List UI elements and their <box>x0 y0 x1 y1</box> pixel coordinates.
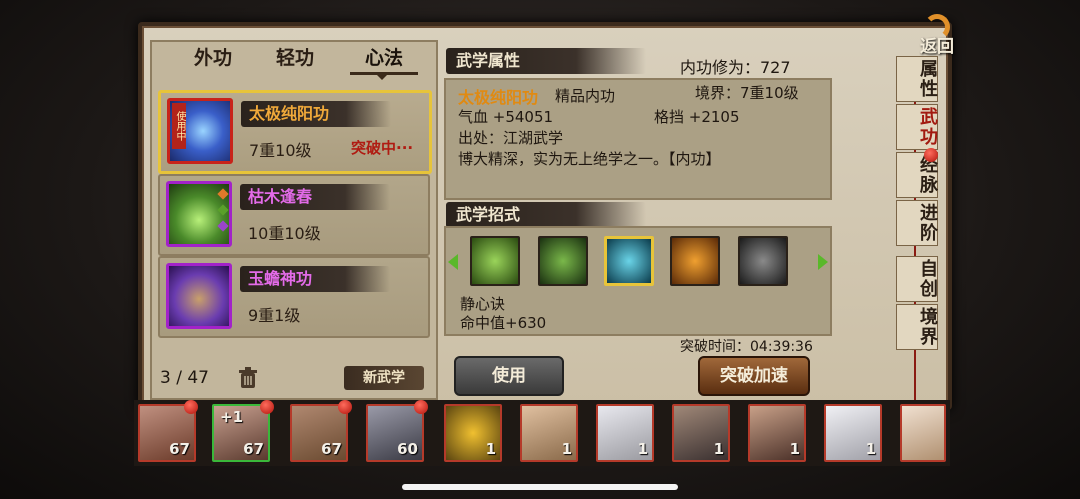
skill-name: 太极纯阳功 <box>458 88 539 107</box>
notification-dot <box>924 148 938 162</box>
hero-count: 60 <box>397 440 418 458</box>
hero-count: 67 <box>321 440 342 458</box>
gem-icon <box>217 220 229 232</box>
realm-level: 境界：7重10级 <box>695 84 799 102</box>
breakthrough-timer: 突破时间：04:39:36 <box>680 339 813 355</box>
hero-portrait[interactable]: 1 <box>596 404 654 462</box>
tab-caret <box>375 73 389 80</box>
hero-portrait[interactable]: 67 <box>290 404 348 462</box>
meditating-figure-icon[interactable] <box>738 236 788 286</box>
hero-portrait[interactable]: 60 <box>366 404 424 462</box>
skill-card-kumu[interactable]: 枯木逢春 10重10级 <box>158 174 430 256</box>
hero-portrait[interactable]: 1 <box>824 404 882 462</box>
tab-external[interactable]: 外功 <box>180 44 246 72</box>
skill-level: 7重10级 <box>249 141 312 160</box>
gem-icon <box>217 188 229 200</box>
nav-advance[interactable]: 进阶 <box>896 200 938 246</box>
skill-type: 精品内功 <box>555 87 616 105</box>
hero-count: 1 <box>713 440 724 458</box>
attributes-title: 武学属性 <box>456 51 521 70</box>
chevron-left-icon[interactable] <box>448 254 458 270</box>
hero-portrait[interactable]: 1 <box>672 404 730 462</box>
hero-count: 1 <box>561 440 572 458</box>
hero-count: 1 <box>637 440 648 458</box>
skill-level: 9重1级 <box>248 306 301 325</box>
nav-martial-arts[interactable]: 武功 <box>896 104 938 150</box>
use-button[interactable]: 使用 <box>454 356 564 396</box>
new-skill-button[interactable]: 新武学 <box>344 366 424 390</box>
block-bonus: 格挡 +2105 <box>654 108 740 126</box>
hp-bonus: 气血 +54051 <box>458 108 554 126</box>
hero-portrait[interactable]: 1 <box>444 404 502 462</box>
hero-portrait[interactable] <box>900 404 946 462</box>
trash-icon[interactable] <box>236 366 260 390</box>
notification-dot <box>414 400 428 414</box>
water-dragon-icon[interactable] <box>604 236 654 286</box>
hero-upgrade: +1 <box>220 408 244 426</box>
yin-yang-swirl-icon: 使用中 <box>167 98 233 164</box>
skill-card-taiji[interactable]: 使用中 太极纯阳功 7重10级 突破中··· <box>158 90 432 174</box>
notification-dot <box>184 400 198 414</box>
nav-self-create[interactable]: 自创 <box>896 256 938 302</box>
home-indicator[interactable] <box>402 484 678 490</box>
move-effect: 命中值+630 <box>460 314 547 332</box>
notification-dot <box>260 400 274 414</box>
in-use-badge: 使用中 <box>172 103 186 149</box>
hero-portrait[interactable]: +1 67 <box>212 404 270 462</box>
back-button[interactable]: 返回 <box>920 14 970 57</box>
hero-portrait[interactable]: 1 <box>520 404 578 462</box>
hero-count: 1 <box>789 440 800 458</box>
flaming-warrior-icon[interactable] <box>670 236 720 286</box>
notification-dot <box>338 400 352 414</box>
moves-title: 武学招式 <box>456 205 521 224</box>
green-leaves-icon <box>166 181 232 247</box>
skill-count: 3 / 47 <box>160 368 209 388</box>
sprout-icon[interactable] <box>470 236 520 286</box>
chevron-right-icon[interactable] <box>818 254 828 270</box>
toad-icon <box>166 263 232 329</box>
cultivation-value: 内功修为：727 <box>680 58 791 77</box>
skill-description: 博大精深，实为无上绝学之一。【内功】 <box>458 150 721 168</box>
hero-count: 67 <box>243 440 264 458</box>
move-name: 静心诀 <box>460 295 506 313</box>
gem-icon <box>217 204 229 216</box>
skill-level: 10重10级 <box>248 224 321 243</box>
skill-name: 玉蟾神功 <box>248 269 313 288</box>
speedup-breakthrough-button[interactable]: 突破加速 <box>698 356 810 396</box>
hero-portrait[interactable]: 1 <box>748 404 806 462</box>
skill-name: 枯木逢春 <box>248 187 313 206</box>
tab-mind-method[interactable]: 心法 <box>350 44 418 72</box>
hero-count: 1 <box>865 440 876 458</box>
skill-name: 太极纯阳功 <box>249 104 330 123</box>
tab-lightness[interactable]: 轻功 <box>262 44 328 72</box>
back-label: 返回 <box>920 37 954 57</box>
kneeling-figure-icon[interactable] <box>538 236 588 286</box>
nav-attributes[interactable]: 属性 <box>896 56 938 102</box>
breakthrough-status: 突破中··· <box>351 139 414 157</box>
nav-realm[interactable]: 境界 <box>896 304 938 350</box>
hero-count: 1 <box>485 440 496 458</box>
skill-card-yuchan[interactable]: 玉蟾神功 9重1级 <box>158 256 430 338</box>
skill-source: 出处：江湖武学 <box>458 129 564 147</box>
hero-count: 67 <box>169 440 190 458</box>
